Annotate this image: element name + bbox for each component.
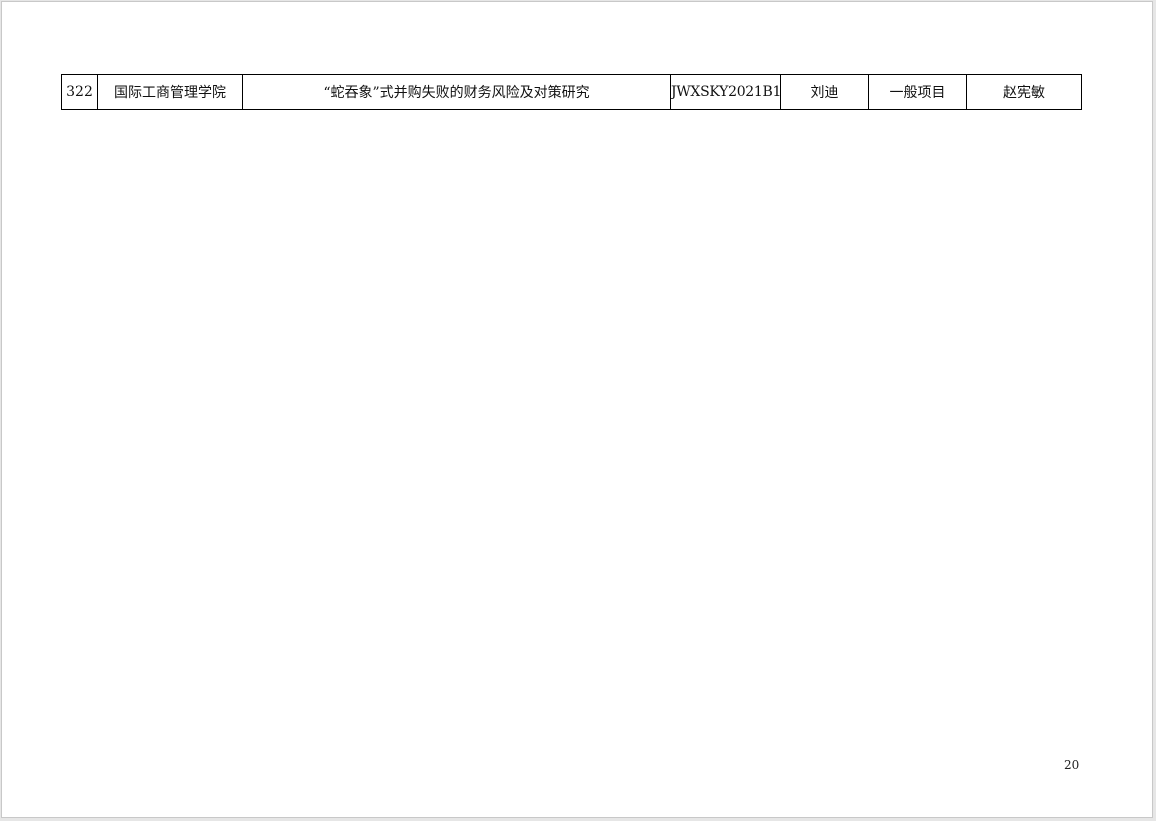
document-page: 322 国际工商管理学院 “蛇吞象”式并购失败的财务风险及对策研究 JWXSKY…	[1, 1, 1153, 818]
row-index: 322	[61, 74, 98, 110]
project-category-cell: 一般项目	[868, 74, 967, 110]
table-row: 322 国际工商管理学院 “蛇吞象”式并购失败的财务风险及对策研究 JWXSKY…	[61, 74, 1082, 110]
college-cell: 国际工商管理学院	[97, 74, 243, 110]
project-table: 322 国际工商管理学院 “蛇吞象”式并购失败的财务风险及对策研究 JWXSKY…	[61, 74, 1082, 110]
advisor-cell: 赵宪敏	[966, 74, 1082, 110]
page-number: 20	[1064, 758, 1080, 772]
project-title-cell: “蛇吞象”式并购失败的财务风险及对策研究	[242, 74, 671, 110]
project-leader-cell: 刘迪	[780, 74, 869, 110]
project-code-cell: JWXSKY2021B169	[670, 74, 781, 110]
